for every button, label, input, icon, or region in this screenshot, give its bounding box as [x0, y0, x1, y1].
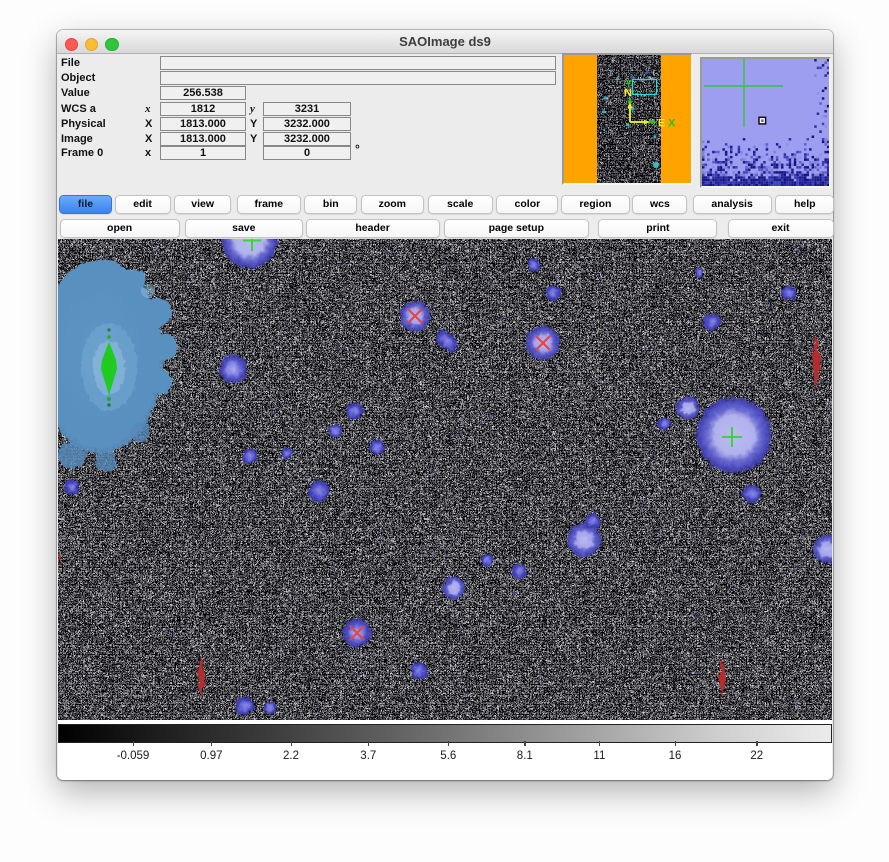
- svg-text:X: X: [668, 118, 676, 130]
- svg-text:N: N: [624, 87, 632, 99]
- svg-text:E: E: [658, 118, 665, 130]
